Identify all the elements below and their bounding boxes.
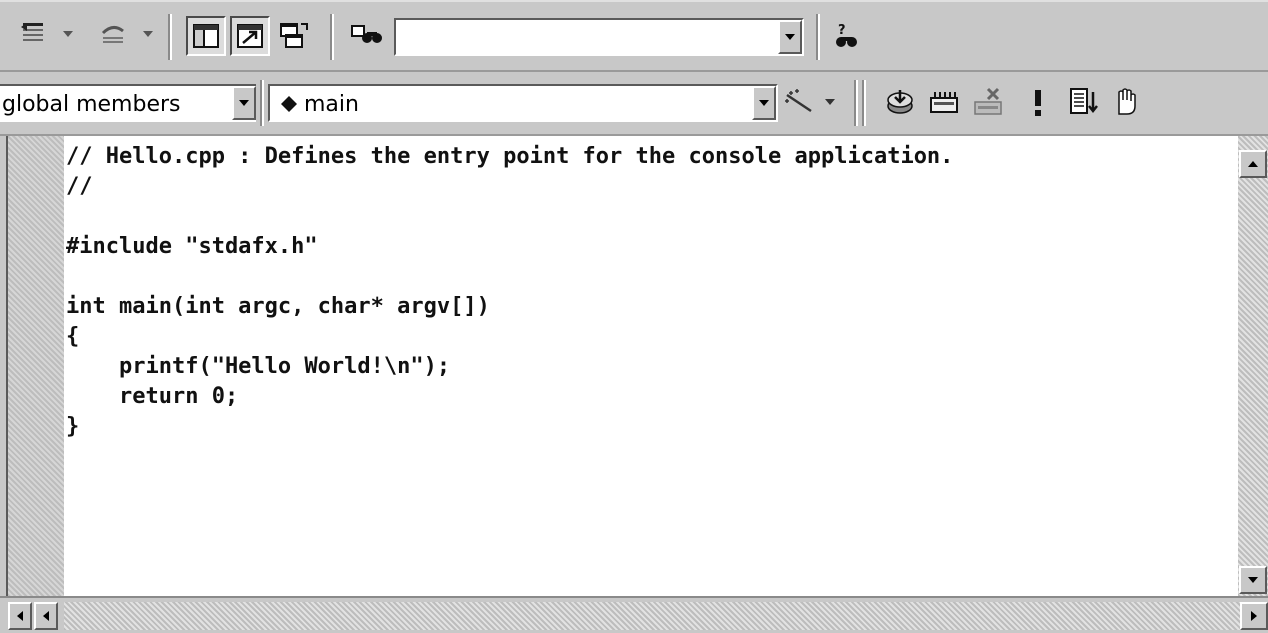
compile-icon [887,90,913,114]
chevron-right-icon [1251,611,1257,621]
chevron-down-icon [63,31,73,37]
breakpoint-button[interactable] [1108,84,1144,120]
class-combo[interactable]: global members [0,84,256,122]
chevron-down-icon [759,100,769,106]
search-binoculars-icon: ? [836,23,857,47]
wizard-action-dropdown-arrow[interactable] [822,96,838,108]
code-editor[interactable]: // Hello.cpp : Defines the entry point f… [64,136,1238,596]
find-combo-dropdown-button[interactable] [778,20,802,54]
toolbar-separator [854,80,858,126]
scroll-up-button[interactable] [1239,150,1267,178]
go-button[interactable] [1066,84,1102,120]
class-combo-dropdown-button[interactable] [232,86,256,120]
undo-dropdown-arrow[interactable] [60,28,76,40]
source-editor-window: // Hello.cpp : Defines the entry point f… [0,136,1268,633]
workspace-icon [193,24,219,48]
chevron-up-icon [1248,161,1258,167]
toolbar-separator [168,14,172,60]
window-list-icon [280,23,308,48]
redo-icon [101,26,124,43]
find-in-files-icon [351,25,382,43]
code-line: #include "stdafx.h" [66,234,318,259]
compile-button[interactable] [882,84,918,120]
standard-toolbar: ? [0,0,1268,72]
horizontal-scrollbar[interactable] [64,602,1240,630]
find-combo[interactable] [394,18,804,56]
scroll-left-button-2[interactable] [34,602,58,630]
editor-margin[interactable] [6,136,64,596]
chevron-down-icon [143,31,153,37]
horizontal-scroll-area [0,596,1268,633]
chevron-left-icon [43,611,49,621]
toolbar-grip [862,80,866,126]
build-icon [930,92,958,113]
code-line: } [66,414,80,439]
chevron-left-icon [17,611,23,621]
vertical-scrollbar[interactable] [1238,136,1268,596]
undo-button[interactable] [16,16,52,52]
undo-icon [21,23,43,41]
chevron-down-icon [785,34,795,40]
toolbar-separator [260,80,264,126]
code-line: return 0; [66,384,239,409]
chevron-down-icon [1248,577,1258,583]
search-button[interactable]: ? [828,18,864,54]
member-function-icon [281,96,297,112]
code-line: // Hello.cpp : Defines the entry point f… [66,144,954,169]
stop-build-icon [974,87,1002,115]
code-line: printf("Hello World!\n"); [66,354,451,379]
toolbar-separator [330,14,334,60]
execute-button[interactable] [1020,84,1056,120]
toolbar-separator [816,14,820,60]
member-combo[interactable]: main [268,84,778,122]
member-combo-value: main [304,92,359,117]
build-button[interactable] [926,84,962,120]
code-line: // [66,174,93,199]
go-icon [1070,88,1098,114]
wizard-wand-icon [785,89,812,113]
wizardbar-toolbar: global members main [0,72,1268,136]
scroll-left-button[interactable] [8,602,32,630]
breakpoint-hand-icon [1118,88,1136,115]
scroll-down-button[interactable] [1239,566,1267,594]
workspace-button[interactable] [186,16,226,56]
output-button[interactable] [230,16,270,56]
chevron-down-icon [825,99,835,105]
svg-text:?: ? [838,23,846,38]
chevron-down-icon [239,100,249,106]
scroll-right-button[interactable] [1240,602,1268,630]
wizard-action-button[interactable] [782,84,818,120]
class-combo-value: global members [2,92,181,117]
find-in-files-button[interactable] [348,18,384,54]
redo-dropdown-arrow[interactable] [140,28,156,40]
window-list-button[interactable] [276,18,312,54]
execute-icon [1035,90,1041,116]
member-combo-dropdown-button[interactable] [752,86,776,120]
code-line: { [66,324,80,349]
code-line: int main(int argc, char* argv[]) [66,294,490,319]
stop-build-button[interactable] [970,84,1006,120]
output-icon [237,24,263,48]
redo-button[interactable] [96,16,132,52]
